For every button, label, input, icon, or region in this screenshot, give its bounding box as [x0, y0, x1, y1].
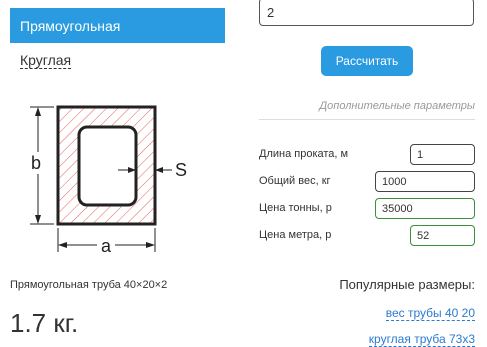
ton-price-label: Цена тонны, р: [259, 202, 332, 214]
rectangular-pipe-diagram: b a S: [26, 105, 187, 256]
tab-rectangular[interactable]: Прямоугольная: [10, 8, 225, 43]
dimension-b-label: b: [31, 153, 41, 173]
calculate-button[interactable]: Рассчитать: [321, 46, 413, 76]
pipe-name: Прямоугольная труба 40×20×2: [10, 279, 168, 291]
length-input[interactable]: [410, 144, 475, 165]
dimension-s-label: S: [175, 160, 187, 180]
weight-result: 1.7 кг.: [10, 308, 79, 338]
wall-thickness-input[interactable]: [259, 0, 474, 26]
total-weight-input[interactable]: [375, 171, 475, 192]
ton-price-input[interactable]: [375, 198, 475, 219]
pipe-inner-cavity: [77, 125, 138, 207]
popular-sizes-title: Популярные размеры:: [339, 277, 475, 292]
section-divider: [259, 119, 475, 120]
meter-price-input[interactable]: [410, 225, 475, 246]
tab-round[interactable]: Круглая: [20, 52, 72, 69]
popular-link[interactable]: вес трубы 40 20: [385, 306, 475, 321]
meter-price-label: Цена метра, р: [259, 229, 332, 241]
dimension-a-label: a: [101, 236, 112, 256]
length-label: Длина проката, м: [259, 148, 349, 160]
extra-params-title: Дополнительные параметры: [319, 100, 475, 112]
total-weight-label: Общий вес, кг: [259, 175, 331, 187]
